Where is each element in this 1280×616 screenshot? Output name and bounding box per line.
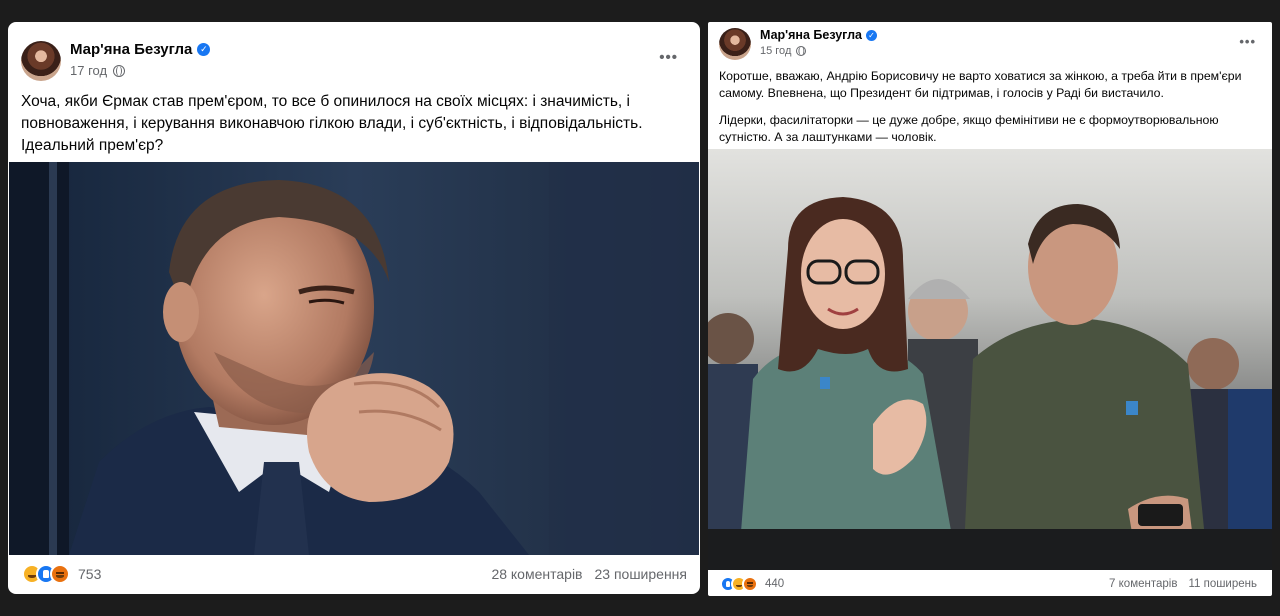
verified-badge-icon: ✓ [197,43,211,56]
reactions-summary[interactable]: 440 [720,576,784,592]
post-stats: 7 коментарів 11 поширень [1109,578,1257,590]
more-options-button[interactable]: ••• [659,49,678,66]
author-name[interactable]: Мар'яна Безугла [70,41,192,58]
post-meta: 17 год [70,63,210,78]
shares-count-link[interactable]: 11 поширень [1188,578,1257,590]
post-text: Коротше, вважаю, Андрію Борисовичу не ва… [719,68,1264,146]
photo-man-thinking [9,162,699,555]
comments-count-link[interactable]: 28 коментарів [491,566,582,582]
reactions-summary[interactable]: 753 [22,564,101,584]
post-photo[interactable] [9,162,699,555]
author-row: Мар'яна Безугла ✓ [70,41,211,58]
avatar[interactable] [21,41,61,81]
author-name[interactable]: Мар'яна Безугла [760,28,862,42]
author-row: Мар'яна Безугла ✓ [760,28,877,42]
globe-icon [113,64,126,77]
reaction-icons [22,564,70,584]
angry-icon [50,564,70,584]
reaction-icons [720,576,758,592]
post-card-left: Мар'яна Безугла ✓ 17 год ••• Хоча, якби … [8,22,700,594]
reactions-count[interactable]: 753 [78,566,101,582]
globe-icon [796,46,807,56]
post-text-paragraph-1: Коротше, вважаю, Андрію Борисовичу не ва… [719,69,1242,100]
post-card-right: Мар'яна Безугла ✓ 15 год ••• Коротше, вв… [708,22,1272,596]
author-block: Мар'яна Безугла ✓ 17 год [70,41,211,78]
reactions-count[interactable]: 440 [765,578,784,590]
post-timestamp[interactable]: 15 год [760,45,791,57]
shares-count-link[interactable]: 23 поширення [595,566,688,582]
post-timestamp[interactable]: 17 год [70,63,107,78]
post-text: Хоча, якби Єрмак став прем'єром, то все … [21,91,681,157]
post-text-paragraph: Хоча, якби Єрмак став прем'єром, то все … [21,93,643,154]
comments-count-link[interactable]: 7 коментарів [1109,578,1177,590]
post-meta: 15 год [760,45,877,57]
post-photo[interactable] [708,149,1272,570]
post-stats: 28 коментарів 23 поширення [491,566,687,582]
avatar[interactable] [719,28,751,60]
more-options-button[interactable]: ••• [1239,34,1256,49]
author-block: Мар'яна Безугла ✓ 15 год [760,28,877,57]
post-header: Мар'яна Безугла ✓ 17 год [21,41,211,81]
photo-woman-and-man-seated [708,149,1272,570]
post-text-paragraph-2: Лідерки, фасилітаторки — це дуже добре, … [719,113,1219,144]
post-header: Мар'яна Безугла ✓ 15 год [719,28,877,60]
verified-badge-icon: ✓ [865,29,877,41]
angry-icon [742,576,758,592]
